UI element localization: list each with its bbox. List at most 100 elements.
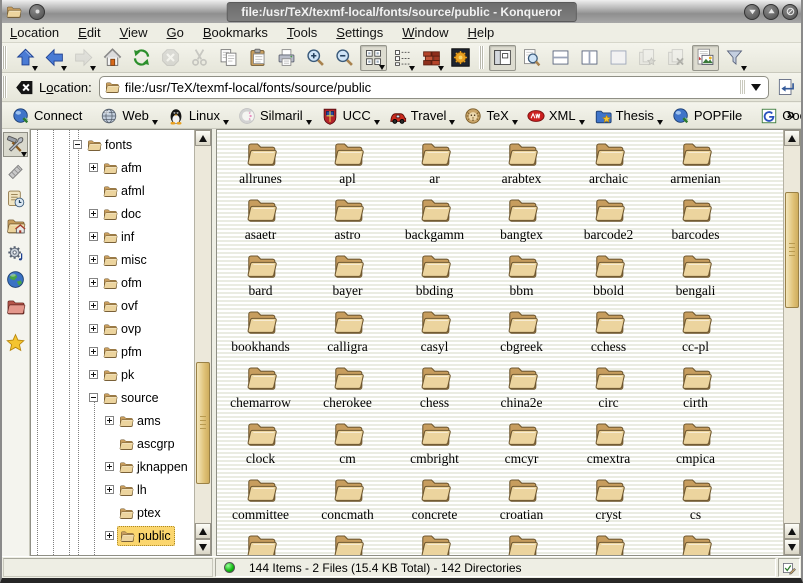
bookmarks-star-button[interactable] (3, 330, 28, 355)
tree-scroll-up2-button[interactable] (195, 523, 211, 539)
tree-item-inf[interactable]: inf (31, 225, 194, 248)
location-dropdown-button[interactable] (740, 80, 764, 94)
tree-scrollbar[interactable] (194, 130, 211, 555)
folder-item-circ[interactable]: circ (565, 360, 652, 416)
zoom-in-button[interactable] (302, 45, 329, 71)
tree-item-public[interactable]: public (31, 524, 194, 547)
folder-item-concmath[interactable]: concmath (304, 472, 391, 528)
minimize-button[interactable] (744, 4, 760, 20)
expand-toggle[interactable] (89, 370, 98, 379)
folder-item-barcodes[interactable]: barcodes (652, 192, 739, 248)
expand-toggle[interactable] (89, 347, 98, 356)
menu-window[interactable]: Window (402, 25, 448, 40)
bookmark-ribbon-button[interactable] (3, 159, 28, 184)
folder-item-bbm[interactable]: bbm (478, 248, 565, 304)
view-fsview-button[interactable] (447, 45, 474, 71)
expand-toggle[interactable] (105, 531, 114, 540)
split-left-right-button[interactable] (576, 45, 603, 71)
bookmark-popfile[interactable]: POPFile (672, 107, 748, 125)
go-button[interactable] (773, 75, 799, 99)
folder-item-croatian[interactable]: croatian (478, 472, 565, 528)
folder-item-cmcyr[interactable]: cmcyr (478, 416, 565, 472)
folder-item-calligra[interactable]: calligra (304, 304, 391, 360)
folder-item-barcode2[interactable]: barcode2 (565, 192, 652, 248)
folder-item-allrunes[interactable]: allrunes (217, 136, 304, 192)
remove-view-button[interactable] (605, 45, 632, 71)
sticky-button[interactable] (29, 4, 45, 20)
folder-item-cirth[interactable]: cirth (652, 360, 739, 416)
expand-toggle[interactable] (89, 255, 98, 264)
network-button[interactable] (3, 267, 28, 292)
close-button[interactable] (782, 4, 798, 20)
tree-item-doc[interactable]: doc (31, 202, 194, 225)
show-sidebar-button[interactable] (489, 45, 516, 71)
folder-item-apl[interactable]: apl (304, 136, 391, 192)
folder-item-cmpica[interactable]: cmpica (652, 416, 739, 472)
tree-scroll-up-button[interactable] (195, 130, 211, 146)
folder-item-backgamm[interactable]: backgamm (391, 192, 478, 248)
folder-item-cmextra[interactable]: cmextra (565, 416, 652, 472)
folder-item-cbgreek[interactable]: cbgreek (478, 304, 565, 360)
folder-item[interactable] (217, 528, 304, 555)
folder-item[interactable] (565, 528, 652, 555)
location-input[interactable]: file:/usr/TeX/texmf-local/fonts/source/p… (99, 76, 769, 99)
menu-location[interactable]: Location (10, 25, 59, 40)
folder-item-cs[interactable]: cs (652, 472, 739, 528)
tree-item-ofm[interactable]: ofm (31, 271, 194, 294)
main-scroll-up2-button[interactable] (784, 523, 800, 539)
folder-item-bard[interactable]: bard (217, 248, 304, 304)
view-icons-button[interactable] (360, 45, 387, 71)
folder-item-arabtex[interactable]: arabtex (478, 136, 565, 192)
folder-item-concrete[interactable]: concrete (391, 472, 478, 528)
folder-item[interactable] (652, 528, 739, 555)
folder-item-bbding[interactable]: bbding (391, 248, 478, 304)
bookmark-xml[interactable]: XML (527, 107, 582, 125)
split-top-bottom-button[interactable] (547, 45, 574, 71)
expand-toggle[interactable] (89, 278, 98, 287)
bookmark-thesis[interactable]: Thesis (594, 107, 660, 125)
filter-button[interactable] (721, 45, 748, 71)
folder-item-cm[interactable]: cm (304, 416, 391, 472)
folder-item-cc-pl[interactable]: cc-pl (652, 304, 739, 360)
tree-item-afml[interactable]: afml (31, 179, 194, 202)
tree-item-ams[interactable]: ams (31, 409, 194, 432)
folder-item-bbold[interactable]: bbold (565, 248, 652, 304)
collapse-toggle[interactable] (89, 393, 98, 402)
expand-toggle[interactable] (105, 416, 114, 425)
menu-view[interactable]: View (120, 25, 148, 40)
tree-item-ovf[interactable]: ovf (31, 294, 194, 317)
location-toolbar-grip[interactable] (2, 76, 7, 98)
expand-toggle[interactable] (89, 301, 98, 310)
tree-scroll-down-button[interactable] (195, 539, 211, 555)
go-up-button[interactable] (12, 45, 39, 71)
folder-item[interactable] (391, 528, 478, 555)
main-scrollbar[interactable] (783, 130, 800, 555)
home-folder-button[interactable] (3, 213, 28, 238)
expand-toggle[interactable] (89, 324, 98, 333)
folder-item-chess[interactable]: chess (391, 360, 478, 416)
folder-item-cryst[interactable]: cryst (565, 472, 652, 528)
preview-button[interactable] (692, 45, 719, 71)
menu-edit[interactable]: Edit (78, 25, 100, 40)
tree-item-afm[interactable]: afm (31, 156, 194, 179)
root-folder-button[interactable] (3, 294, 28, 319)
menu-go[interactable]: Go (167, 25, 184, 40)
bookmark-silmaril[interactable]: Silmaril (238, 107, 309, 125)
menu-help[interactable]: Help (468, 25, 495, 40)
menu-tools[interactable]: Tools (287, 25, 317, 40)
folder-item-cherokee[interactable]: cherokee (304, 360, 391, 416)
bookmark-ucc[interactable]: UCC (321, 107, 377, 125)
statusbar-settings-pane[interactable] (778, 558, 800, 577)
print-button[interactable] (273, 45, 300, 71)
menu-settings[interactable]: Settings (336, 25, 383, 40)
folder-item-bangtex[interactable]: bangtex (478, 192, 565, 248)
bookmark-web[interactable]: Web (100, 107, 155, 125)
bookmark-travel[interactable]: Travel (389, 107, 453, 125)
tree-item-source[interactable]: source (31, 386, 194, 409)
clear-location-button[interactable] (12, 74, 36, 100)
bookmark-overflow-chevron[interactable]: » (787, 106, 795, 123)
paste-button[interactable] (244, 45, 271, 71)
tree-item-pfm[interactable]: pfm (31, 340, 194, 363)
folder-item-asaetr[interactable]: asaetr (217, 192, 304, 248)
tree-item-fonts[interactable]: fonts (31, 133, 194, 156)
